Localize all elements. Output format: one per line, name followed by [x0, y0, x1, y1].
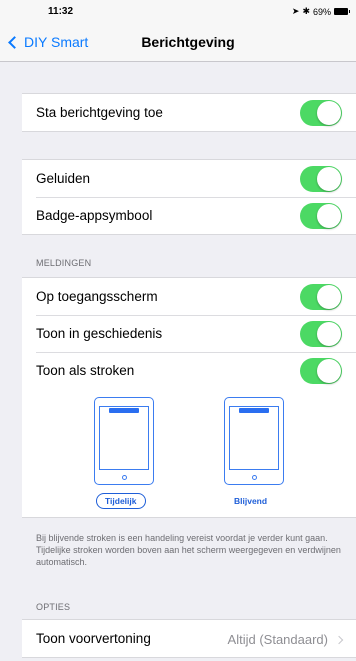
sounds-toggle[interactable]	[300, 166, 342, 192]
history-label: Toon in geschiedenis	[36, 326, 163, 341]
banners-row: Toon als stroken	[22, 352, 356, 389]
banner-footnote: Bij blijvende stroken is een handeling v…	[36, 532, 354, 568]
bluetooth-icon: ✱	[302, 6, 310, 16]
alerts-section-header: MELDINGEN	[36, 258, 92, 268]
toggle-knob	[317, 101, 341, 125]
options-group: Toon voorvertoning Altijd (Standaard)	[22, 619, 356, 658]
banner-style-picker: Tijdelijk Blijvend	[22, 389, 356, 517]
home-button-icon	[252, 475, 257, 480]
history-row: Toon in geschiedenis	[22, 315, 356, 352]
status-right: ➤ ✱ 69%	[291, 6, 350, 17]
temporary-label[interactable]: Tijdelijk	[96, 493, 146, 509]
phone-screen	[229, 406, 279, 470]
lock-screen-label: Op toegangsscherm	[36, 289, 158, 304]
toggle-knob	[317, 322, 341, 346]
toggle-knob	[317, 359, 341, 383]
status-bar: 11:32 ➤ ✱ 69%	[0, 0, 356, 22]
toggle-knob	[317, 204, 341, 228]
allow-notifications-row: Sta berichtgeving toe	[22, 94, 356, 131]
show-preview-label: Toon voorvertoning	[36, 631, 151, 646]
banners-toggle[interactable]	[300, 358, 342, 384]
badge-toggle[interactable]	[300, 203, 342, 229]
show-preview-value: Altijd (Standaard)	[227, 632, 328, 647]
badge-label: Badge-appsymbool	[36, 208, 153, 223]
banners-label: Toon als stroken	[36, 363, 135, 378]
allow-notifications-toggle[interactable]	[300, 100, 342, 126]
lock-screen-row: Op toegangsscherm	[22, 278, 356, 315]
banner-preview	[109, 408, 139, 413]
show-preview-value-wrap: Altijd (Standaard)	[227, 632, 344, 647]
location-icon: ➤	[291, 6, 300, 16]
chevron-right-icon	[334, 635, 344, 644]
badge-row: Badge-appsymbool	[22, 197, 356, 234]
options-section-header: OPTIES	[36, 602, 71, 612]
temporary-banner-option[interactable]	[94, 397, 154, 485]
persistent-label[interactable]: Blijvend	[234, 496, 267, 506]
show-preview-row[interactable]: Toon voorvertoning Altijd (Standaard)	[22, 620, 356, 657]
page-title: Berichtgeving	[141, 34, 235, 50]
sounds-row: Geluiden	[22, 160, 356, 197]
allow-group: Sta berichtgeving toe	[22, 93, 356, 132]
battery-percent: 69%	[312, 6, 331, 17]
battery-icon	[334, 8, 350, 15]
sounds-group: Geluiden Badge-appsymbool	[22, 159, 356, 235]
navigation-bar: DIY Smart Berichtgeving	[0, 22, 356, 62]
sounds-label: Geluiden	[36, 171, 91, 186]
history-toggle[interactable]	[300, 321, 342, 347]
banner-preview	[239, 408, 269, 413]
lock-screen-toggle[interactable]	[300, 284, 342, 310]
footnote-line-1: Bij blijvende stroken is een handeling v…	[36, 533, 328, 543]
toggle-knob	[317, 285, 341, 309]
allow-notifications-label: Sta berichtgeving toe	[36, 105, 163, 120]
persistent-banner-option[interactable]	[224, 397, 284, 485]
footnote-line-2: Tijdelijke stroken worden boven aan het …	[36, 545, 341, 567]
alerts-group: Op toegangsscherm Toon in geschiedenis T…	[22, 277, 356, 518]
home-button-icon	[122, 475, 127, 480]
toggle-knob	[317, 167, 341, 191]
phone-screen	[99, 406, 149, 470]
